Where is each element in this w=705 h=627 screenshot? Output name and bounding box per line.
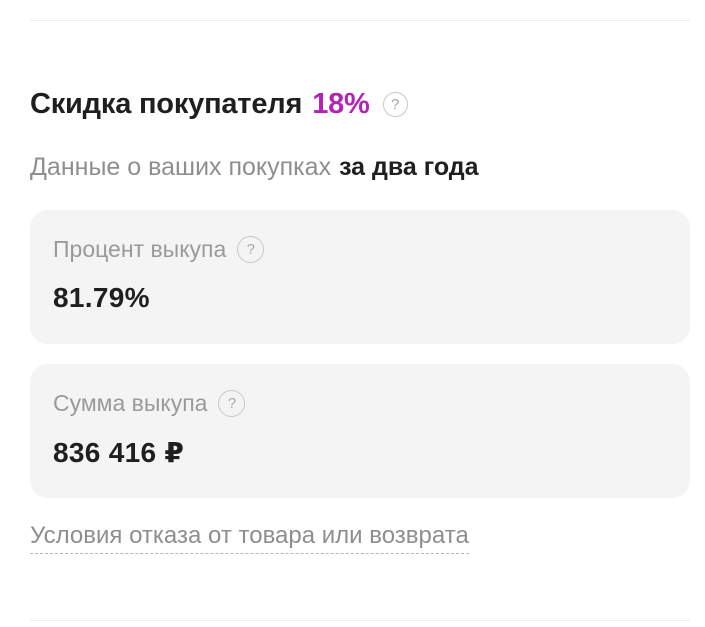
buyout-percent-label-text: Процент выкупа: [53, 235, 227, 262]
discount-title-label: Скидка покупателя: [30, 87, 303, 120]
question-circle-icon[interactable]: ?: [382, 91, 408, 117]
buyout-sum-label-text: Сумма выкупа: [53, 389, 208, 416]
bottom-divider: [30, 620, 690, 621]
subtitle-period: за два года: [339, 152, 479, 181]
buyout-sum-value: 836 416 ₽: [53, 437, 185, 468]
purchase-data-subtitle: Данные о ваших покупках за два года: [30, 151, 479, 183]
return-terms-link[interactable]: Условия отказа от товара или возврата: [30, 522, 469, 554]
question-circle-icon[interactable]: ?: [237, 235, 265, 263]
buyout-percent-value: 81.79%: [53, 282, 150, 313]
discount-title: Скидка покупателя 18% ?: [30, 84, 408, 124]
discount-percent: 18%: [312, 87, 370, 120]
buyout-percent-label: Процент выкупа ?: [53, 234, 265, 264]
top-divider: [30, 20, 690, 21]
buyout-sum-label: Сумма выкупа ?: [53, 388, 246, 418]
buyout-sum-card: Сумма выкупа ? 836 416 ₽: [30, 364, 690, 498]
buyout-percent-card: Процент выкупа ? 81.79%: [30, 210, 690, 344]
question-circle-icon[interactable]: ?: [218, 389, 246, 417]
subtitle-text: Данные о ваших покупках: [30, 152, 332, 181]
